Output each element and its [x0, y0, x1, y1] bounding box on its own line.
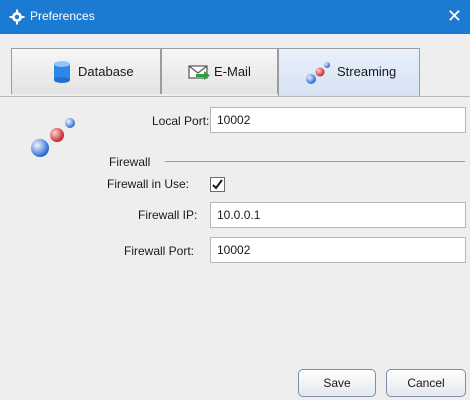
tab-strip: Database E-Mail Streaming — [0, 34, 470, 97]
email-arrow-icon — [186, 61, 212, 86]
tab-email[interactable]: E-Mail — [161, 48, 278, 94]
firewall-in-use-checkbox[interactable] — [210, 177, 225, 192]
window-title: Preferences — [30, 9, 95, 23]
tab-email-label: E-Mail — [214, 64, 251, 79]
tab-streaming-label: Streaming — [337, 64, 397, 79]
firewall-ip-label: Firewall IP: — [138, 208, 198, 222]
tab-database[interactable]: Database — [11, 48, 161, 94]
firewall-section-label: Firewall — [109, 155, 151, 169]
section-divider — [165, 161, 465, 162]
gear-icon — [9, 9, 25, 25]
database-icon — [52, 60, 72, 87]
firewall-port-field[interactable]: 10002 — [210, 237, 466, 263]
tab-streaming[interactable]: Streaming — [278, 48, 420, 96]
streaming-spheres-icon — [30, 111, 82, 162]
firewall-ip-field[interactable]: 10.0.0.1 — [210, 202, 466, 228]
tab-database-label: Database — [78, 64, 134, 79]
firewall-port-label: Firewall Port: — [124, 244, 195, 258]
local-port-label: Local Port: — [152, 114, 210, 128]
streaming-panel: Local Port: 10002 Firewall Firewall in U… — [0, 97, 470, 400]
close-button[interactable]: ✕ — [447, 6, 462, 26]
firewall-in-use-label: Firewall in Use: — [107, 177, 190, 191]
save-button[interactable]: Save — [298, 369, 376, 397]
local-port-field[interactable]: 10002 — [210, 107, 466, 133]
streaming-spheres-icon — [305, 57, 335, 88]
cancel-button[interactable]: Cancel — [386, 369, 466, 397]
checkmark-icon — [212, 179, 223, 190]
title-bar: Preferences ✕ — [0, 0, 470, 34]
